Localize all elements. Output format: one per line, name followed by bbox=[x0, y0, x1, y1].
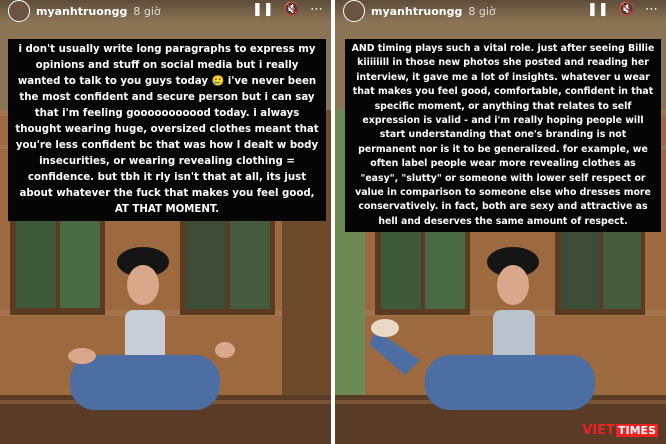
avatar[interactable] bbox=[343, 0, 365, 22]
story-right[interactable]: myanhtruongg 8 giờ ❚❚ 🔇 ⋯ AND timing pla… bbox=[335, 0, 666, 444]
story-caption: AND timing plays such a vital role. just… bbox=[345, 39, 661, 233]
more-options-icon[interactable]: ⋯ bbox=[645, 2, 658, 18]
stories-screenshot: myanhtruongg 8 giờ ❚❚ 🔇 ⋯ i don't usuall… bbox=[0, 0, 666, 444]
post-time: 8 giờ bbox=[468, 4, 496, 18]
pause-icon[interactable]: ❚❚ bbox=[587, 2, 609, 18]
post-time: 8 giờ bbox=[133, 4, 161, 18]
viettimes-logo: VIET TIMES bbox=[582, 423, 658, 438]
logo-text-times: TIMES bbox=[616, 424, 658, 437]
more-options-icon[interactable]: ⋯ bbox=[310, 2, 323, 18]
mute-icon[interactable]: 🔇 bbox=[284, 2, 300, 18]
story-left[interactable]: myanhtruongg 8 giờ ❚❚ 🔇 ⋯ i don't usuall… bbox=[0, 0, 331, 444]
username[interactable]: myanhtruongg bbox=[36, 5, 127, 18]
logo-text-viet: VIET bbox=[582, 423, 616, 438]
mute-icon[interactable]: 🔇 bbox=[619, 2, 635, 18]
story-header: myanhtruongg 8 giờ ❚❚ 🔇 ⋯ bbox=[335, 0, 666, 22]
pause-icon[interactable]: ❚❚ bbox=[252, 2, 274, 18]
story-caption: i don't usually write long paragraphs to… bbox=[8, 39, 326, 221]
avatar[interactable] bbox=[8, 0, 30, 22]
story-header: myanhtruongg 8 giờ ❚❚ 🔇 ⋯ bbox=[0, 0, 331, 22]
username[interactable]: myanhtruongg bbox=[371, 5, 462, 18]
